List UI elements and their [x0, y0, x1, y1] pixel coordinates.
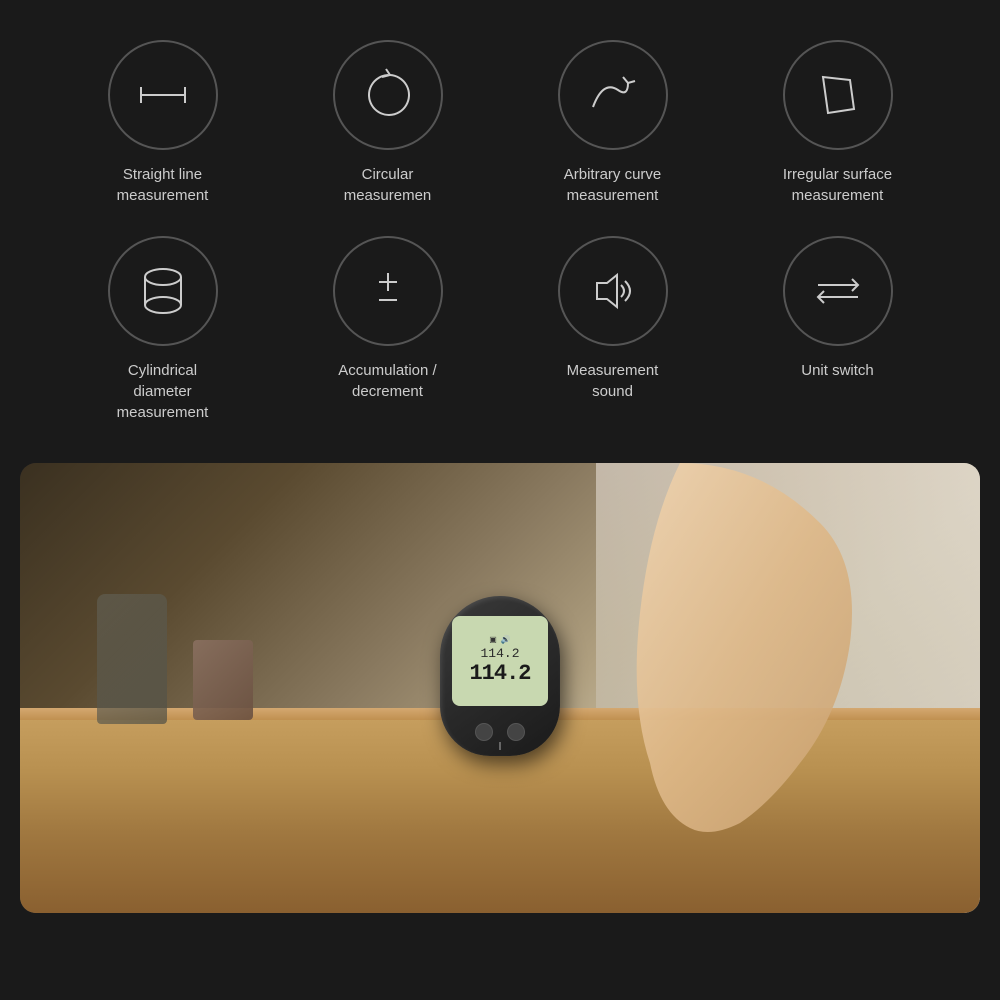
feature-straight-line: Straight line measurement	[63, 40, 263, 206]
straight-line-label: Straight line measurement	[117, 164, 209, 206]
feature-row-1: Straight line measurement Circularmeasur…	[20, 30, 980, 216]
product-photo: ▣ 🔊 114.2 114.2	[20, 463, 980, 913]
screen-icon-1: ▣	[489, 635, 497, 644]
accumulation-label: Accumulation /decrement	[338, 360, 436, 402]
device: ▣ 🔊 114.2 114.2	[440, 596, 560, 756]
cylindrical-label: Cylindricaldiametermeasurement	[117, 360, 209, 423]
screen-icon-2: 🔊	[501, 635, 511, 644]
arbitrary-curve-icon-circle	[558, 40, 668, 150]
device-button-right[interactable]	[507, 723, 525, 741]
circular-icon-circle	[333, 40, 443, 150]
irregular-surface-icon-circle	[783, 40, 893, 150]
cylindrical-icon-circle	[108, 236, 218, 346]
device-bottom-line	[499, 742, 501, 750]
background-glass	[97, 594, 167, 724]
accumulation-icon-circle	[333, 236, 443, 346]
feature-sound: Measurementsound	[513, 236, 713, 402]
feature-irregular-surface: Irregular surfacemeasurement	[738, 40, 938, 206]
feature-unit-switch: Unit switch	[738, 236, 938, 381]
feature-accumulation: Accumulation /decrement	[288, 236, 488, 402]
unit-switch-icon-circle	[783, 236, 893, 346]
device-button-left[interactable]	[475, 723, 493, 741]
sound-icon	[583, 261, 643, 321]
device-body: ▣ 🔊 114.2 114.2	[440, 596, 560, 756]
irregular-surface-label: Irregular surfacemeasurement	[783, 164, 892, 206]
circular-icon	[358, 65, 418, 125]
screen-main-reading: 114.2	[469, 661, 530, 686]
feature-arbitrary-curve: Arbitrary curvemeasurement	[513, 40, 713, 206]
device-buttons	[475, 723, 525, 741]
sound-icon-circle	[558, 236, 668, 346]
arbitrary-curve-icon	[583, 65, 643, 125]
accumulation-icon	[358, 261, 418, 321]
irregular-surface-icon	[808, 65, 868, 125]
feature-circular: Circularmeasuremen	[288, 40, 488, 206]
sound-label: Measurementsound	[567, 360, 659, 402]
unit-switch-icon	[808, 261, 868, 321]
background-box	[193, 640, 253, 720]
feature-row-2: Cylindricaldiametermeasurement Accumulat…	[20, 226, 980, 433]
screen-sub-reading: 114.2	[480, 646, 519, 661]
arbitrary-curve-label: Arbitrary curvemeasurement	[564, 164, 662, 206]
straight-line-icon-circle	[108, 40, 218, 150]
cylindrical-icon	[133, 261, 193, 321]
feature-cylindrical: Cylindricaldiametermeasurement	[63, 236, 263, 423]
unit-switch-label: Unit switch	[801, 360, 874, 381]
device-screen: ▣ 🔊 114.2 114.2	[452, 616, 548, 706]
straight-line-icon	[133, 65, 193, 125]
hand-illustration	[620, 463, 880, 843]
features-section: Straight line measurement Circularmeasur…	[0, 0, 1000, 453]
screen-top-icons: ▣ 🔊	[489, 635, 511, 644]
circular-label: Circularmeasuremen	[344, 164, 432, 206]
photo-background: ▣ 🔊 114.2 114.2	[20, 463, 980, 913]
